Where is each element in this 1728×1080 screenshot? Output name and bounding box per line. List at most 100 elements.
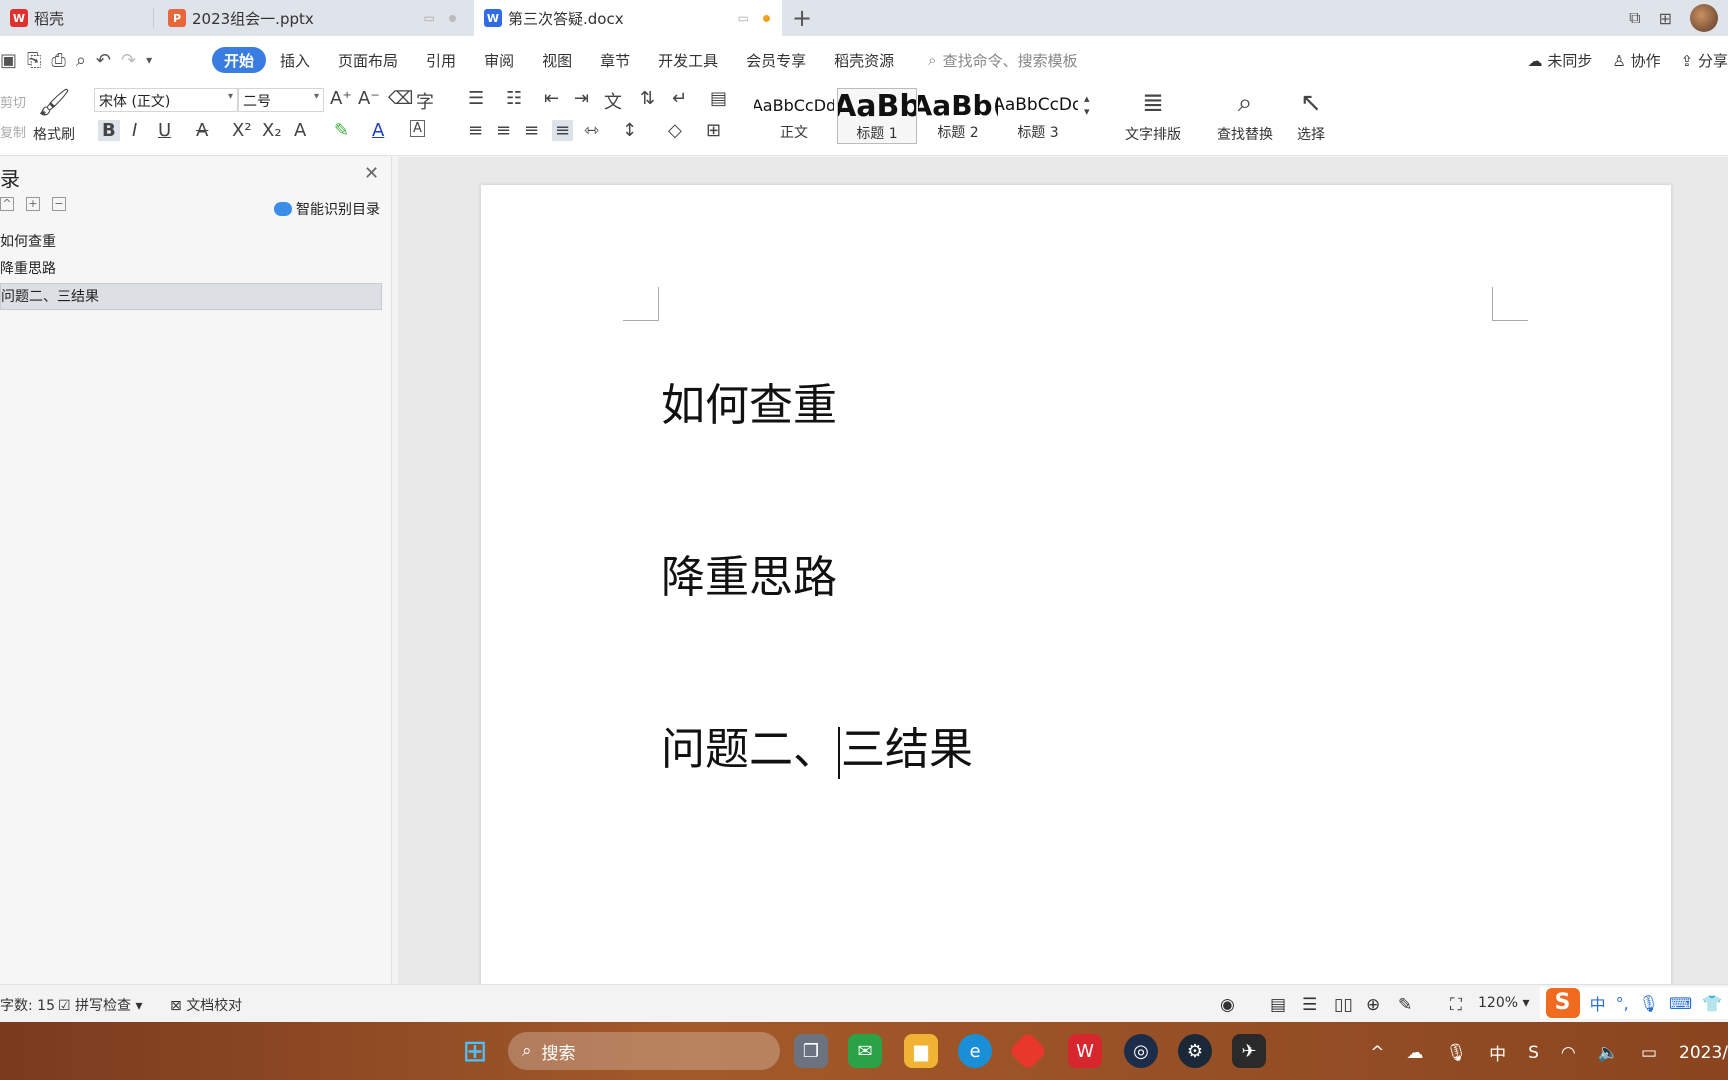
microphone-icon[interactable]: 🎙 [1639, 994, 1659, 1013]
wifi-icon[interactable]: ◠ [1561, 1043, 1576, 1063]
collapse-minus-icon[interactable]: − [52, 197, 66, 211]
copy-button[interactable]: 复制 [0, 122, 26, 141]
style-heading-1[interactable]: AaBb 标题 1 [837, 88, 917, 144]
show-marks-icon[interactable]: ↵ [672, 88, 687, 109]
text-layout-button[interactable]: ≣ 文字排版 [1114, 88, 1192, 144]
game-app-icon[interactable]: ✈ [1232, 1034, 1266, 1068]
smart-toc-button[interactable]: 智能识别目录 [274, 199, 380, 219]
volume-icon[interactable]: 🔈 [1598, 1043, 1619, 1063]
increase-indent-icon[interactable]: ⇥ [574, 88, 589, 109]
tab-daoke[interactable]: W 稻壳 [0, 0, 152, 36]
font-name-select[interactable]: 宋体 (正文) ▾ [94, 88, 238, 112]
fit-page-icon[interactable]: ⛶ [1450, 995, 1462, 1015]
close-dot-icon[interactable] [449, 14, 456, 22]
italic-icon[interactable]: I [132, 120, 137, 141]
outline-view-icon[interactable]: ☰ [1302, 995, 1317, 1015]
sort-icon[interactable]: ⇅ [640, 88, 655, 109]
menu-references[interactable]: 引用 [412, 47, 470, 73]
numbered-list-icon[interactable]: ☷ [506, 88, 522, 109]
char-border-icon[interactable]: A [410, 120, 425, 137]
windows-start-icon[interactable]: ⊞ [458, 1034, 492, 1069]
line-spacing-icon[interactable]: ↕ [622, 120, 637, 141]
sogou-logo-icon[interactable]: S [1545, 988, 1580, 1018]
spell-check-button[interactable]: ☑ 拼写检查 ▾ [58, 995, 143, 1015]
write-mode-icon[interactable]: ✎ [1398, 995, 1412, 1015]
print-icon[interactable]: ⎙ [51, 50, 65, 71]
battery-icon[interactable]: ▭ [1641, 1043, 1657, 1063]
task-view-icon[interactable]: ❐ [794, 1034, 828, 1068]
web-view-icon[interactable]: ⊕ [1366, 995, 1380, 1015]
page-view-icon[interactable]: ▤ [1270, 995, 1286, 1015]
collaborate-button[interactable]: ♙ 协作 [1612, 50, 1660, 71]
text-effect-icon[interactable]: A [294, 120, 306, 141]
app-circle-icon[interactable]: ◎ [1124, 1034, 1158, 1068]
find-replace-button[interactable]: ⌕ 查找替换 [1206, 88, 1284, 144]
command-search[interactable]: ⌕ 查找命令、搜索模板 [928, 50, 1077, 71]
file-explorer-icon[interactable]: ▆ [904, 1034, 938, 1068]
ime-punctuation[interactable]: °, [1616, 994, 1629, 1013]
zoom-select[interactable]: 120% ▾ [1478, 995, 1530, 1011]
heading-2[interactable]: 降重思路 [661, 541, 837, 605]
ime-mode[interactable]: 中 [1590, 991, 1606, 1015]
align-left-icon[interactable]: ≡ [468, 120, 483, 141]
decrease-indent-icon[interactable]: ⇤ [544, 88, 559, 109]
clear-format-icon[interactable]: ⌫ [388, 88, 413, 109]
collapse-up-icon[interactable]: ^ [0, 197, 14, 211]
font-color-icon[interactable]: A [372, 120, 384, 141]
select-button[interactable]: ↖ 选择 [1290, 88, 1332, 144]
chinese-layout-icon[interactable]: 文 [604, 88, 622, 114]
tab-docx[interactable]: W 第三次答疑.docx ▭ [474, 0, 782, 36]
menu-view[interactable]: 视图 [528, 47, 586, 73]
sogou-tray-icon[interactable]: S [1528, 1043, 1539, 1063]
monitor-icon[interactable]: ▭ [424, 11, 435, 25]
word-count[interactable]: 字数: 15 [0, 995, 55, 1015]
new-tab-button[interactable]: + [792, 4, 812, 32]
share-button[interactable]: ⇪ 分享 [1681, 50, 1728, 71]
styles-scroll-icon[interactable]: ▴ ▾ [1084, 92, 1090, 118]
redo-icon[interactable]: ↷ [121, 50, 136, 71]
menu-developer[interactable]: 开发工具 [644, 47, 732, 73]
unsaved-dot-icon[interactable] [763, 14, 770, 22]
align-right-icon[interactable]: ≡ [524, 120, 539, 141]
heading-3[interactable]: 问题二、三结果 [661, 713, 973, 779]
underline-icon[interactable]: U [158, 120, 171, 141]
justify-icon[interactable]: ≡ [552, 120, 574, 141]
align-center-icon[interactable]: ≡ [496, 120, 511, 141]
read-mode-icon[interactable]: ▯▯ [1334, 995, 1353, 1015]
undo-icon[interactable]: ↶ [96, 50, 111, 71]
menu-daoke-resources[interactable]: 稻壳资源 [820, 47, 908, 73]
monitor-icon[interactable]: ▭ [738, 11, 749, 25]
style-heading-3[interactable]: AaBbCcDd 标题 3 [998, 88, 1078, 144]
menu-member[interactable]: 会员专享 [732, 47, 820, 73]
menu-chapter[interactable]: 章节 [586, 47, 644, 73]
shrink-font-icon[interactable]: A⁻ [358, 88, 380, 109]
keyboard-icon[interactable]: ⌨ [1669, 994, 1692, 1013]
superscript-icon[interactable]: X² [232, 120, 252, 141]
input-language[interactable]: 中 [1489, 1040, 1506, 1065]
nav-item[interactable]: 如何查重 [0, 229, 382, 256]
wechat-icon[interactable]: ✉ [848, 1034, 882, 1068]
close-icon[interactable]: ✕ [364, 163, 379, 184]
chevron-up-icon[interactable]: ^ [1370, 1043, 1384, 1063]
subscript-icon[interactable]: X₂ [262, 120, 282, 141]
onedrive-icon[interactable]: ☁ [1407, 1043, 1424, 1063]
bold-icon[interactable]: B [98, 120, 120, 141]
heading-1[interactable]: 如何查重 [661, 369, 837, 433]
expand-plus-icon[interactable]: + [26, 197, 40, 211]
skin-icon[interactable]: 👕 [1702, 994, 1722, 1013]
highlight-icon[interactable]: ✎ [334, 120, 349, 141]
wps-office-icon[interactable]: W [1068, 1034, 1102, 1068]
bullet-list-icon[interactable]: ☰ [468, 88, 484, 109]
taskbar-search[interactable]: ⌕ 搜索 [508, 1032, 780, 1070]
grid-apps-icon[interactable]: ⊞ [1659, 9, 1672, 28]
eye-protection-icon[interactable]: ◉ [1220, 995, 1235, 1015]
save-icon[interactable]: ▣ [0, 50, 17, 71]
microphone-icon[interactable]: 🎙 [1446, 1043, 1468, 1063]
cut-button[interactable]: 剪切 [0, 92, 26, 111]
app-diamond-icon[interactable] [1008, 1031, 1048, 1071]
proofread-button[interactable]: ⊠ 文档校对 [170, 995, 242, 1015]
shading-icon[interactable]: ◇ [668, 120, 682, 141]
font-size-select[interactable]: 二号 ▾ [238, 88, 324, 112]
menu-page-layout[interactable]: 页面布局 [324, 47, 412, 73]
strikethrough-icon[interactable]: A [196, 120, 208, 141]
